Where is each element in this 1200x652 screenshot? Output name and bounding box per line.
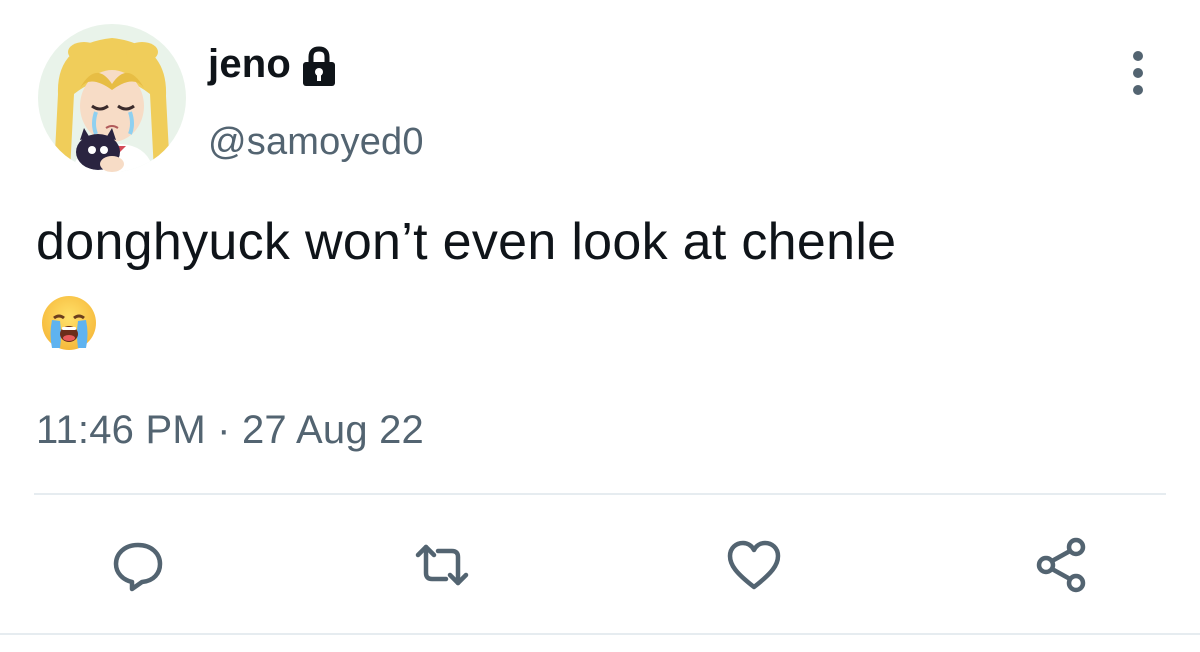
like-button[interactable] (722, 533, 786, 597)
reply-icon (113, 542, 163, 592)
avatar-image (38, 24, 186, 172)
reply-button[interactable] (106, 533, 170, 597)
lock-icon (299, 43, 339, 89)
user-handle[interactable]: @samoyed0 (208, 121, 424, 164)
avatar[interactable] (38, 24, 186, 172)
share-button[interactable] (1030, 533, 1094, 597)
tweet-card: jeno @samoyed0 donghyuck won’t even look… (0, 0, 1200, 652)
divider (34, 493, 1166, 495)
retweet-button[interactable] (410, 533, 474, 597)
crying-face-emoji: 😭 (40, 294, 98, 352)
bottom-divider (0, 633, 1200, 635)
heart-icon (727, 540, 781, 590)
more-options-icon[interactable] (1122, 46, 1154, 100)
user-header: jeno (208, 38, 339, 90)
share-icon (1036, 537, 1086, 593)
emoji-text: 😭 (98, 294, 99, 295)
tweet-timestamp[interactable]: 11:46 PM · 27 Aug 22 (36, 408, 424, 453)
tweet-text: donghyuck won’t even look at chenle (36, 213, 897, 271)
retweet-icon (415, 544, 469, 586)
display-name[interactable]: jeno (208, 42, 291, 87)
